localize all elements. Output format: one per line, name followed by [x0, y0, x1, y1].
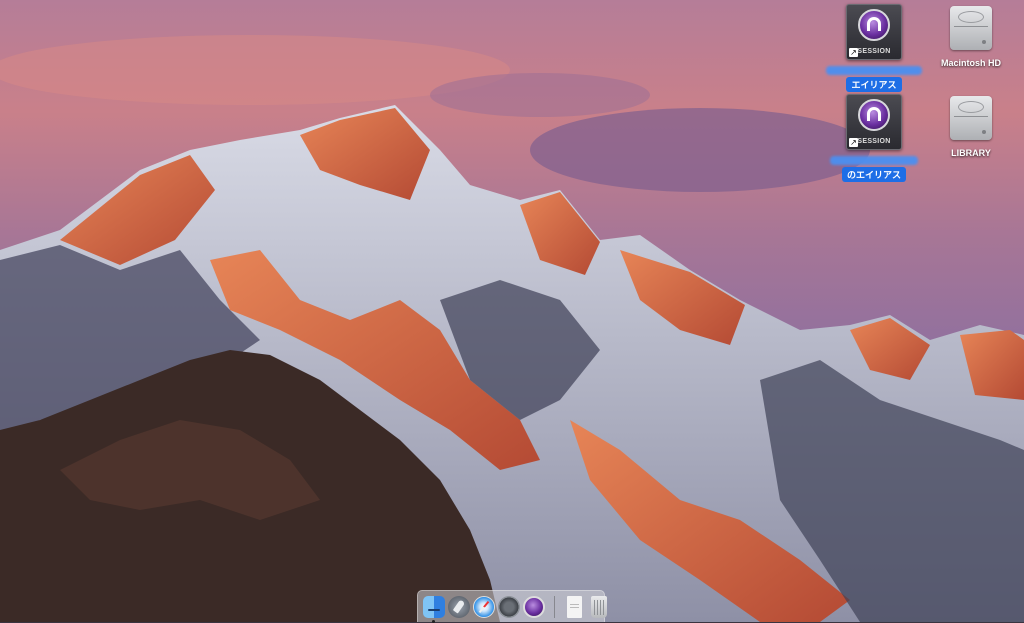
pro-tools-session-alias-icon: SESSION ↗: [846, 94, 902, 150]
finder-icon[interactable]: [423, 595, 445, 623]
launchpad-icon[interactable]: [448, 595, 470, 618]
document-icon[interactable]: [567, 595, 582, 618]
hard-drive-icon: [950, 96, 992, 140]
pro-tools-session-alias-icon: SESSION ↗: [846, 4, 902, 60]
pro-tools-icon[interactable]: [523, 595, 545, 618]
trash-icon[interactable]: [591, 595, 607, 618]
drive-library-label: LIBRARY: [951, 148, 991, 158]
dock: [417, 590, 607, 623]
session-alias-2-label: のエイリアス: [841, 167, 906, 182]
drive-macintosh-hd-label: Macintosh HD: [940, 58, 1001, 68]
session-alias-1-label: エイリアス: [846, 77, 902, 92]
drive-macintosh-hd[interactable]: Macintosh HD: [916, 6, 1024, 68]
session-alias-2[interactable]: SESSION ↗ のエイリアス: [819, 94, 929, 182]
dock-separator: [554, 595, 555, 618]
running-indicator: [432, 619, 435, 623]
hard-drive-icon: [950, 6, 992, 50]
session-alias-1[interactable]: SESSION ↗ エイリアス: [819, 4, 929, 92]
system-preferences-icon[interactable]: [498, 595, 520, 618]
redacted-filename: [826, 66, 922, 75]
safari-icon[interactable]: [473, 595, 495, 618]
redacted-filename: [830, 156, 918, 165]
drive-library[interactable]: LIBRARY: [916, 96, 1024, 158]
